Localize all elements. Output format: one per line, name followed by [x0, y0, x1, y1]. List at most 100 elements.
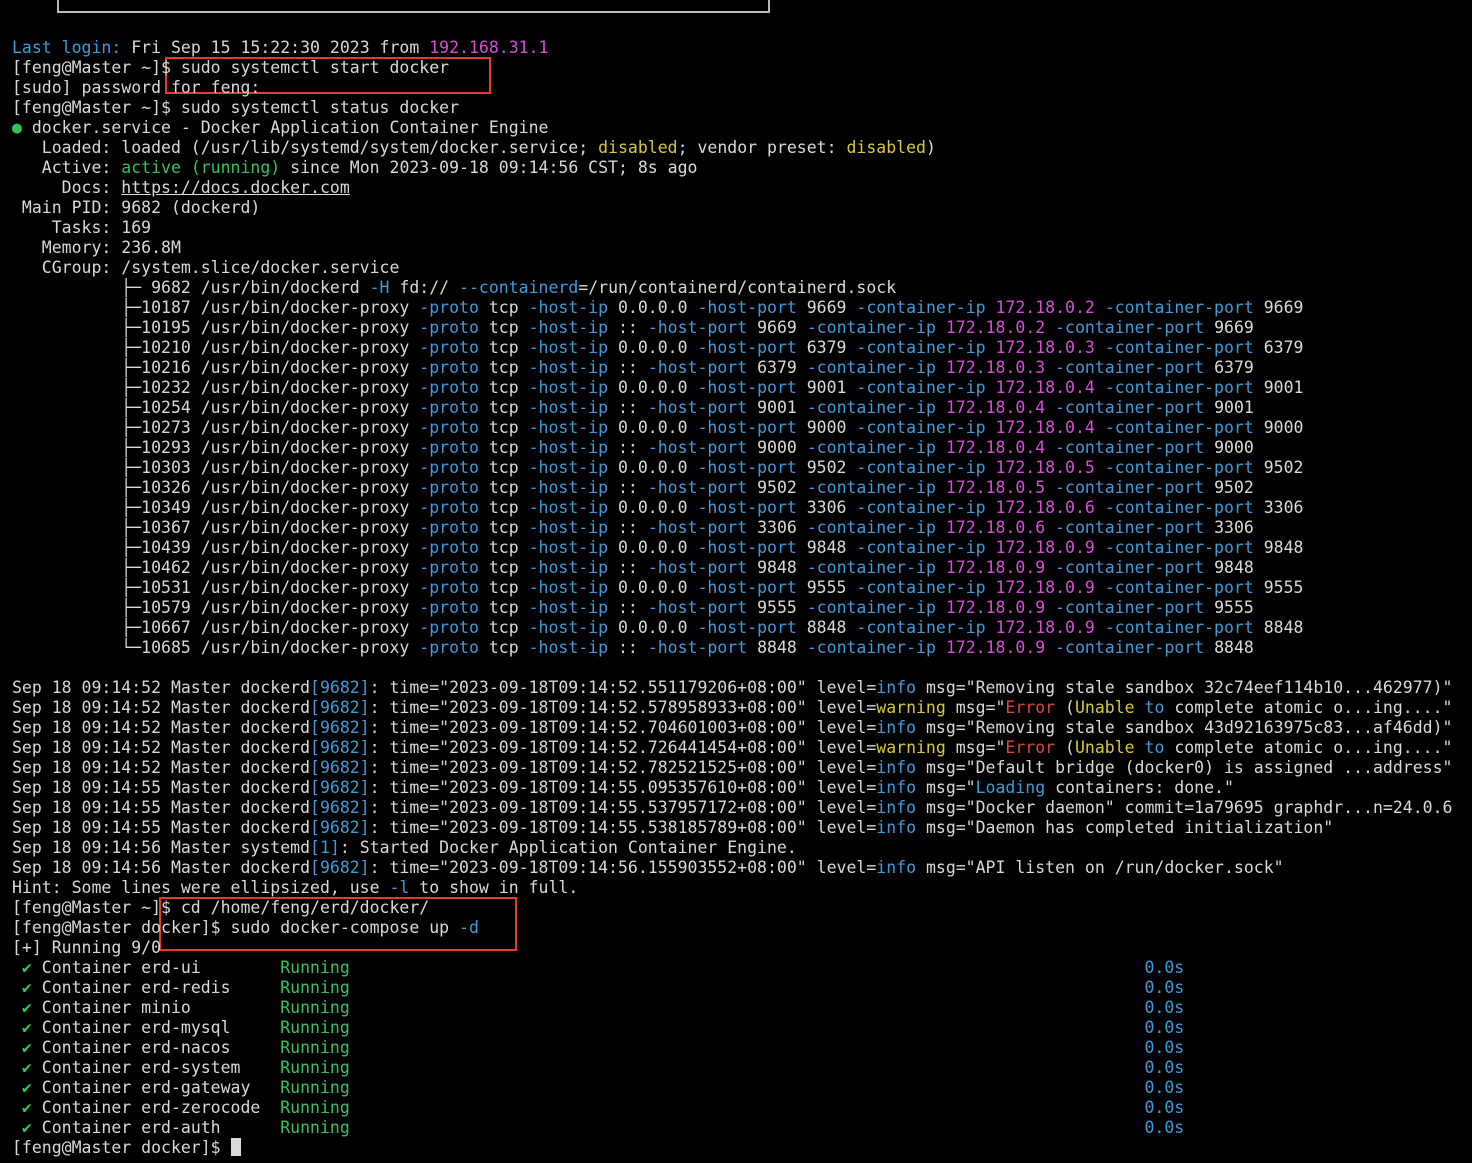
terminal-line: ├─10232 /usr/bin/docker-proxy -proto tcp… — [12, 378, 1472, 398]
terminal-text: 172.18.0.5 — [995, 458, 1095, 477]
terminal-line: ├─10667 /usr/bin/docker-proxy -proto tcp… — [12, 618, 1472, 638]
terminal-text: Hint: Some lines were ellipsized, use — [12, 878, 390, 897]
terminal-text: 9000 — [1204, 438, 1254, 457]
terminal-line: ├─10210 /usr/bin/docker-proxy -proto tcp… — [12, 338, 1472, 358]
terminal-text: warning — [876, 738, 946, 757]
terminal-text: 9669 — [747, 318, 807, 337]
terminal-line: ● docker.service - Docker Application Co… — [12, 118, 1472, 138]
terminal-text: 192.168.31.1 — [429, 38, 549, 57]
terminal-text: 172.18.0.9 — [945, 638, 1046, 657]
terminal-text: ├─10579 /usr/bin/docker-proxy — [12, 598, 420, 617]
shell-prompt: [feng@Master docker]$ — [12, 1138, 231, 1157]
terminal-text: ├─10531 /usr/bin/docker-proxy — [12, 578, 420, 597]
terminal-text: 0.0.0.0 — [608, 618, 698, 637]
terminal-text: 0.0.0.0 — [608, 418, 698, 437]
terminal-line: [feng@Master ~]$ sudo systemctl status d… — [12, 98, 1472, 118]
terminal-text: -host-ip — [528, 478, 609, 497]
terminal-text: -proto — [419, 538, 479, 557]
terminal-text: to show in full. — [409, 878, 579, 897]
terminal-line: [+] Running 9/0 — [12, 938, 1472, 958]
terminal-text: ├─10232 /usr/bin/docker-proxy — [12, 378, 420, 397]
terminal-text: [sudo] password for feng: — [12, 78, 261, 97]
terminal-text: 9001 — [1204, 398, 1254, 417]
terminal-text: -host-ip — [528, 418, 609, 437]
terminal-text: 172.18.0.6 — [995, 498, 1095, 517]
terminal-line: Sep 18 09:14:55 Master dockerd[9682]: ti… — [12, 798, 1472, 818]
text-cursor[interactable] — [230, 1138, 241, 1156]
terminal-text: -host-ip — [528, 458, 609, 477]
terminal-text: -host-ip — [528, 558, 609, 577]
terminal-text: -container-port — [1104, 538, 1254, 557]
terminal-text: ✔ — [12, 1078, 32, 1097]
terminal-line: CGroup: /system.slice/docker.service — [12, 258, 1472, 278]
terminal-text: Container erd-system — [31, 1058, 281, 1077]
terminal-text: 9001 — [796, 378, 857, 397]
prompt-line[interactable]: [feng@Master docker]$ — [12, 1138, 1472, 1158]
terminal-text: :: — [608, 638, 648, 657]
terminal-text: tcp — [478, 518, 529, 537]
terminal-text: -container-port — [1055, 518, 1205, 537]
terminal-line: ✔ Container minio Running 0.0s — [12, 998, 1472, 1018]
docs-link[interactable]: https://docs.docker.com — [121, 178, 349, 197]
terminal-text: ✔ — [12, 1018, 32, 1037]
terminal-text: tcp — [478, 538, 529, 557]
terminal-text: : Started Docker Application Container E… — [339, 838, 797, 857]
terminal-text: : time="2023-09-18T09:14:52.551179206+08… — [369, 678, 877, 697]
terminal-text: tcp — [478, 638, 529, 657]
terminal-line: ├─10462 /usr/bin/docker-proxy -proto tcp… — [12, 558, 1472, 578]
terminal-text: : time="2023-09-18T09:14:52.578958933+08… — [369, 698, 877, 717]
terminal-text: ✔ — [12, 958, 32, 977]
terminal-text: 172.18.0.2 — [945, 318, 1046, 337]
terminal-text: -container-ip — [806, 358, 936, 377]
terminal-text: -container-port — [1104, 618, 1254, 637]
terminal-text: 172.18.0.4 — [945, 398, 1046, 417]
terminal-text: msg=" — [916, 778, 976, 797]
terminal-text: :: — [608, 438, 648, 457]
terminal-text: ├─10293 /usr/bin/docker-proxy — [12, 438, 420, 457]
terminal-text: -host-port — [697, 418, 797, 437]
terminal-line: ✔ Container erd-ui Running 0.0s — [12, 958, 1472, 978]
terminal-text: -proto — [419, 418, 479, 437]
terminal-text: 0.0s — [1144, 998, 1185, 1017]
terminal-text: :: — [608, 358, 648, 377]
terminal-text: info — [876, 798, 917, 817]
terminal-line: [feng@Master ~]$ sudo systemctl start do… — [12, 58, 1472, 78]
terminal-text: : time="2023-09-18T09:14:56.155903552+08… — [369, 858, 877, 877]
terminal-text: : time="2023-09-18T09:14:52.782521525+08… — [369, 758, 877, 777]
terminal-text: Container erd-zerocode — [31, 1098, 281, 1117]
terminal-text: Running — [280, 1038, 350, 1057]
terminal-text: 0.0s — [1144, 1038, 1185, 1057]
terminal-text: 3306 — [747, 518, 807, 537]
terminal-text: tcp — [478, 498, 529, 517]
terminal-text: ├─10349 /usr/bin/docker-proxy — [12, 498, 420, 517]
terminal-line: Memory: 236.8M — [12, 238, 1472, 258]
terminal-text: -container-port — [1055, 438, 1205, 457]
terminal-text: : time="2023-09-18T09:14:55.095357610+08… — [369, 778, 877, 797]
terminal-line: ✔ Container erd-gateway Running 0.0s — [12, 1078, 1472, 1098]
terminal-text: -host-port — [697, 298, 797, 317]
terminal-text: 9000 — [1253, 418, 1304, 437]
terminal-line: [sudo] password for feng: — [12, 78, 1472, 98]
terminal-line: ✔ Container erd-zerocode Running 0.0s — [12, 1098, 1472, 1118]
terminal-text: info — [876, 758, 917, 777]
terminal-text: 9848 — [747, 558, 807, 577]
terminal-line: ├─10579 /usr/bin/docker-proxy -proto tcp… — [12, 598, 1472, 618]
terminal-text: ├─10273 /usr/bin/docker-proxy — [12, 418, 420, 437]
terminal-text: =/run/containerd/containerd.sock — [578, 278, 897, 297]
terminal-text: -H — [369, 278, 390, 297]
terminal-text: -host-ip — [528, 358, 609, 377]
terminal-text: Running — [280, 1118, 350, 1137]
terminal-text: Running — [280, 1098, 350, 1117]
terminal-text: Sep 18 09:14:52 Master dockerd — [12, 738, 311, 757]
terminal-text: ✔ — [12, 1058, 32, 1077]
terminal-line: ├─10293 /usr/bin/docker-proxy -proto tcp… — [12, 438, 1472, 458]
terminal-line: ✔ Container erd-nacos Running 0.0s — [12, 1038, 1472, 1058]
terminal-text: ├─10439 /usr/bin/docker-proxy — [12, 538, 420, 557]
